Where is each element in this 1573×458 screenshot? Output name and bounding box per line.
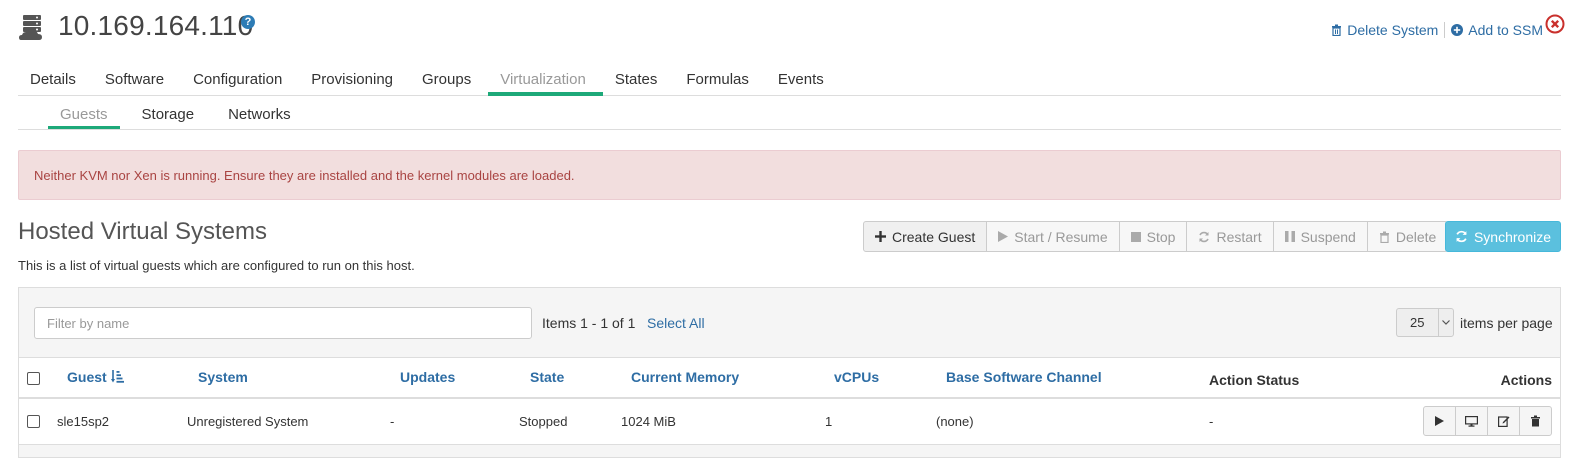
subtab-storage[interactable]: Storage	[130, 100, 207, 130]
items-per-page-select[interactable]: 25	[1396, 308, 1454, 337]
column-updates[interactable]: Updates	[400, 369, 455, 385]
synchronize-label: Synchronize	[1473, 228, 1552, 245]
table-header: Guest System Updates State Current Memor…	[19, 357, 1560, 399]
tab-provisioning[interactable]: Provisioning	[299, 62, 410, 96]
guest-actions-toolbar: Create Guest Start / Resume Stop Restart…	[863, 221, 1449, 252]
tab-states[interactable]: States	[603, 62, 675, 96]
cell-vcpus: 1	[825, 414, 833, 429]
create-guest-button[interactable]: Create Guest	[863, 221, 988, 252]
restart-label: Restart	[1216, 228, 1262, 245]
column-base-software-channel[interactable]: Base Software Channel	[946, 369, 1102, 385]
row-delete-button[interactable]	[1519, 406, 1552, 436]
column-system[interactable]: System	[198, 369, 248, 385]
start-resume-label: Start / Resume	[1014, 228, 1108, 245]
cell-state: Stopped	[519, 414, 568, 429]
tab-configuration[interactable]: Configuration	[181, 62, 299, 96]
edit-icon	[1497, 416, 1509, 427]
add-to-ssm-label: Add to SSM	[1468, 22, 1543, 38]
refresh-icon	[1199, 231, 1210, 242]
trash-icon	[1531, 415, 1540, 427]
items-per-page-value: 25	[1410, 315, 1425, 330]
delete-system-link[interactable]: Delete System	[1331, 22, 1438, 38]
row-edit-button[interactable]	[1487, 406, 1520, 436]
column-guest-label: Guest	[67, 369, 107, 385]
trash-icon	[1332, 24, 1342, 36]
cell-action-status: -	[1209, 414, 1214, 429]
subtab-networks[interactable]: Networks	[216, 100, 303, 130]
tab-formulas[interactable]: Formulas	[674, 62, 766, 96]
cell-base-software-channel: (none)	[936, 414, 974, 429]
synchronize-button[interactable]: Synchronize	[1445, 221, 1561, 252]
tab-virtualization[interactable]: Virtualization	[488, 62, 603, 96]
column-state[interactable]: State	[530, 369, 564, 385]
column-actions: Actions	[1500, 372, 1552, 388]
plus-circle-icon	[1451, 24, 1464, 36]
divider	[1444, 22, 1446, 38]
sort-ascending-icon	[110, 370, 124, 383]
add-to-ssm-link[interactable]: Add to SSM	[1451, 22, 1543, 38]
header-actions: Delete System Add to SSM	[1331, 22, 1543, 38]
delete-label: Delete	[1395, 228, 1437, 245]
alert-message: Neither KVM nor Xen is running. Ensure t…	[34, 168, 575, 183]
filter-input[interactable]	[34, 307, 532, 339]
suspend-label: Suspend	[1300, 228, 1356, 245]
tab-groups[interactable]: Groups	[410, 62, 488, 96]
sub-tabs: Guests Storage Networks	[48, 100, 1561, 130]
desktop-icon	[1465, 415, 1478, 427]
stop-icon	[1130, 231, 1141, 242]
play-icon	[998, 231, 1009, 242]
cell-updates: -	[390, 414, 395, 429]
close-circle-icon[interactable]	[1545, 14, 1565, 34]
column-action-status: Action Status	[1209, 372, 1300, 388]
subtab-guests[interactable]: Guests	[48, 100, 120, 130]
restart-button[interactable]: Restart	[1186, 221, 1274, 252]
tab-software[interactable]: Software	[93, 62, 181, 96]
create-guest-label: Create Guest	[892, 228, 976, 245]
delete-button[interactable]: Delete	[1366, 221, 1449, 252]
select-all-link[interactable]: Select All	[647, 315, 705, 331]
pause-icon	[1284, 231, 1295, 242]
row-console-button[interactable]	[1455, 406, 1488, 436]
cell-current-memory: 1024 MiB	[621, 414, 676, 429]
delete-system-label: Delete System	[1347, 22, 1439, 38]
page-title: 10.169.164.110	[58, 10, 254, 41]
stop-label: Stop	[1146, 228, 1176, 245]
section-description: This is a list of virtual guests which a…	[18, 258, 415, 273]
plus-icon	[875, 231, 886, 242]
suspend-button[interactable]: Suspend	[1272, 221, 1368, 252]
chevron-down-icon	[1437, 309, 1453, 336]
refresh-icon	[1456, 230, 1467, 243]
select-all-checkbox[interactable]	[27, 372, 40, 385]
stop-button[interactable]: Stop	[1118, 221, 1188, 252]
cell-system: Unregistered System	[187, 414, 309, 429]
row-checkbox[interactable]	[27, 415, 40, 428]
table-row: sle15sp2 Unregistered System - Stopped 1…	[19, 399, 1560, 445]
cell-guest[interactable]: sle15sp2	[57, 414, 109, 429]
tab-details[interactable]: Details	[18, 62, 93, 96]
start-resume-button[interactable]: Start / Resume	[986, 221, 1120, 252]
trash-icon	[1379, 231, 1389, 243]
subtabs-divider	[18, 129, 1561, 130]
server-cloud-icon	[19, 15, 42, 40]
row-actions	[1423, 406, 1552, 436]
main-tabs: Details Software Configuration Provision…	[18, 62, 1561, 96]
column-vcpus[interactable]: vCPUs	[834, 369, 879, 385]
question-circle-icon[interactable]: ?	[241, 15, 255, 29]
items-count: Items 1 - 1 of 1	[542, 315, 636, 331]
column-guest[interactable]: Guest	[67, 369, 124, 385]
items-per-page-label: items per page	[1460, 315, 1553, 331]
tab-events[interactable]: Events	[766, 62, 841, 96]
error-alert: Neither KVM nor Xen is running. Ensure t…	[18, 150, 1561, 200]
column-current-memory[interactable]: Current Memory	[631, 369, 739, 385]
section-title: Hosted Virtual Systems	[18, 218, 267, 245]
row-start-button[interactable]	[1423, 406, 1456, 436]
play-icon	[1435, 416, 1444, 426]
